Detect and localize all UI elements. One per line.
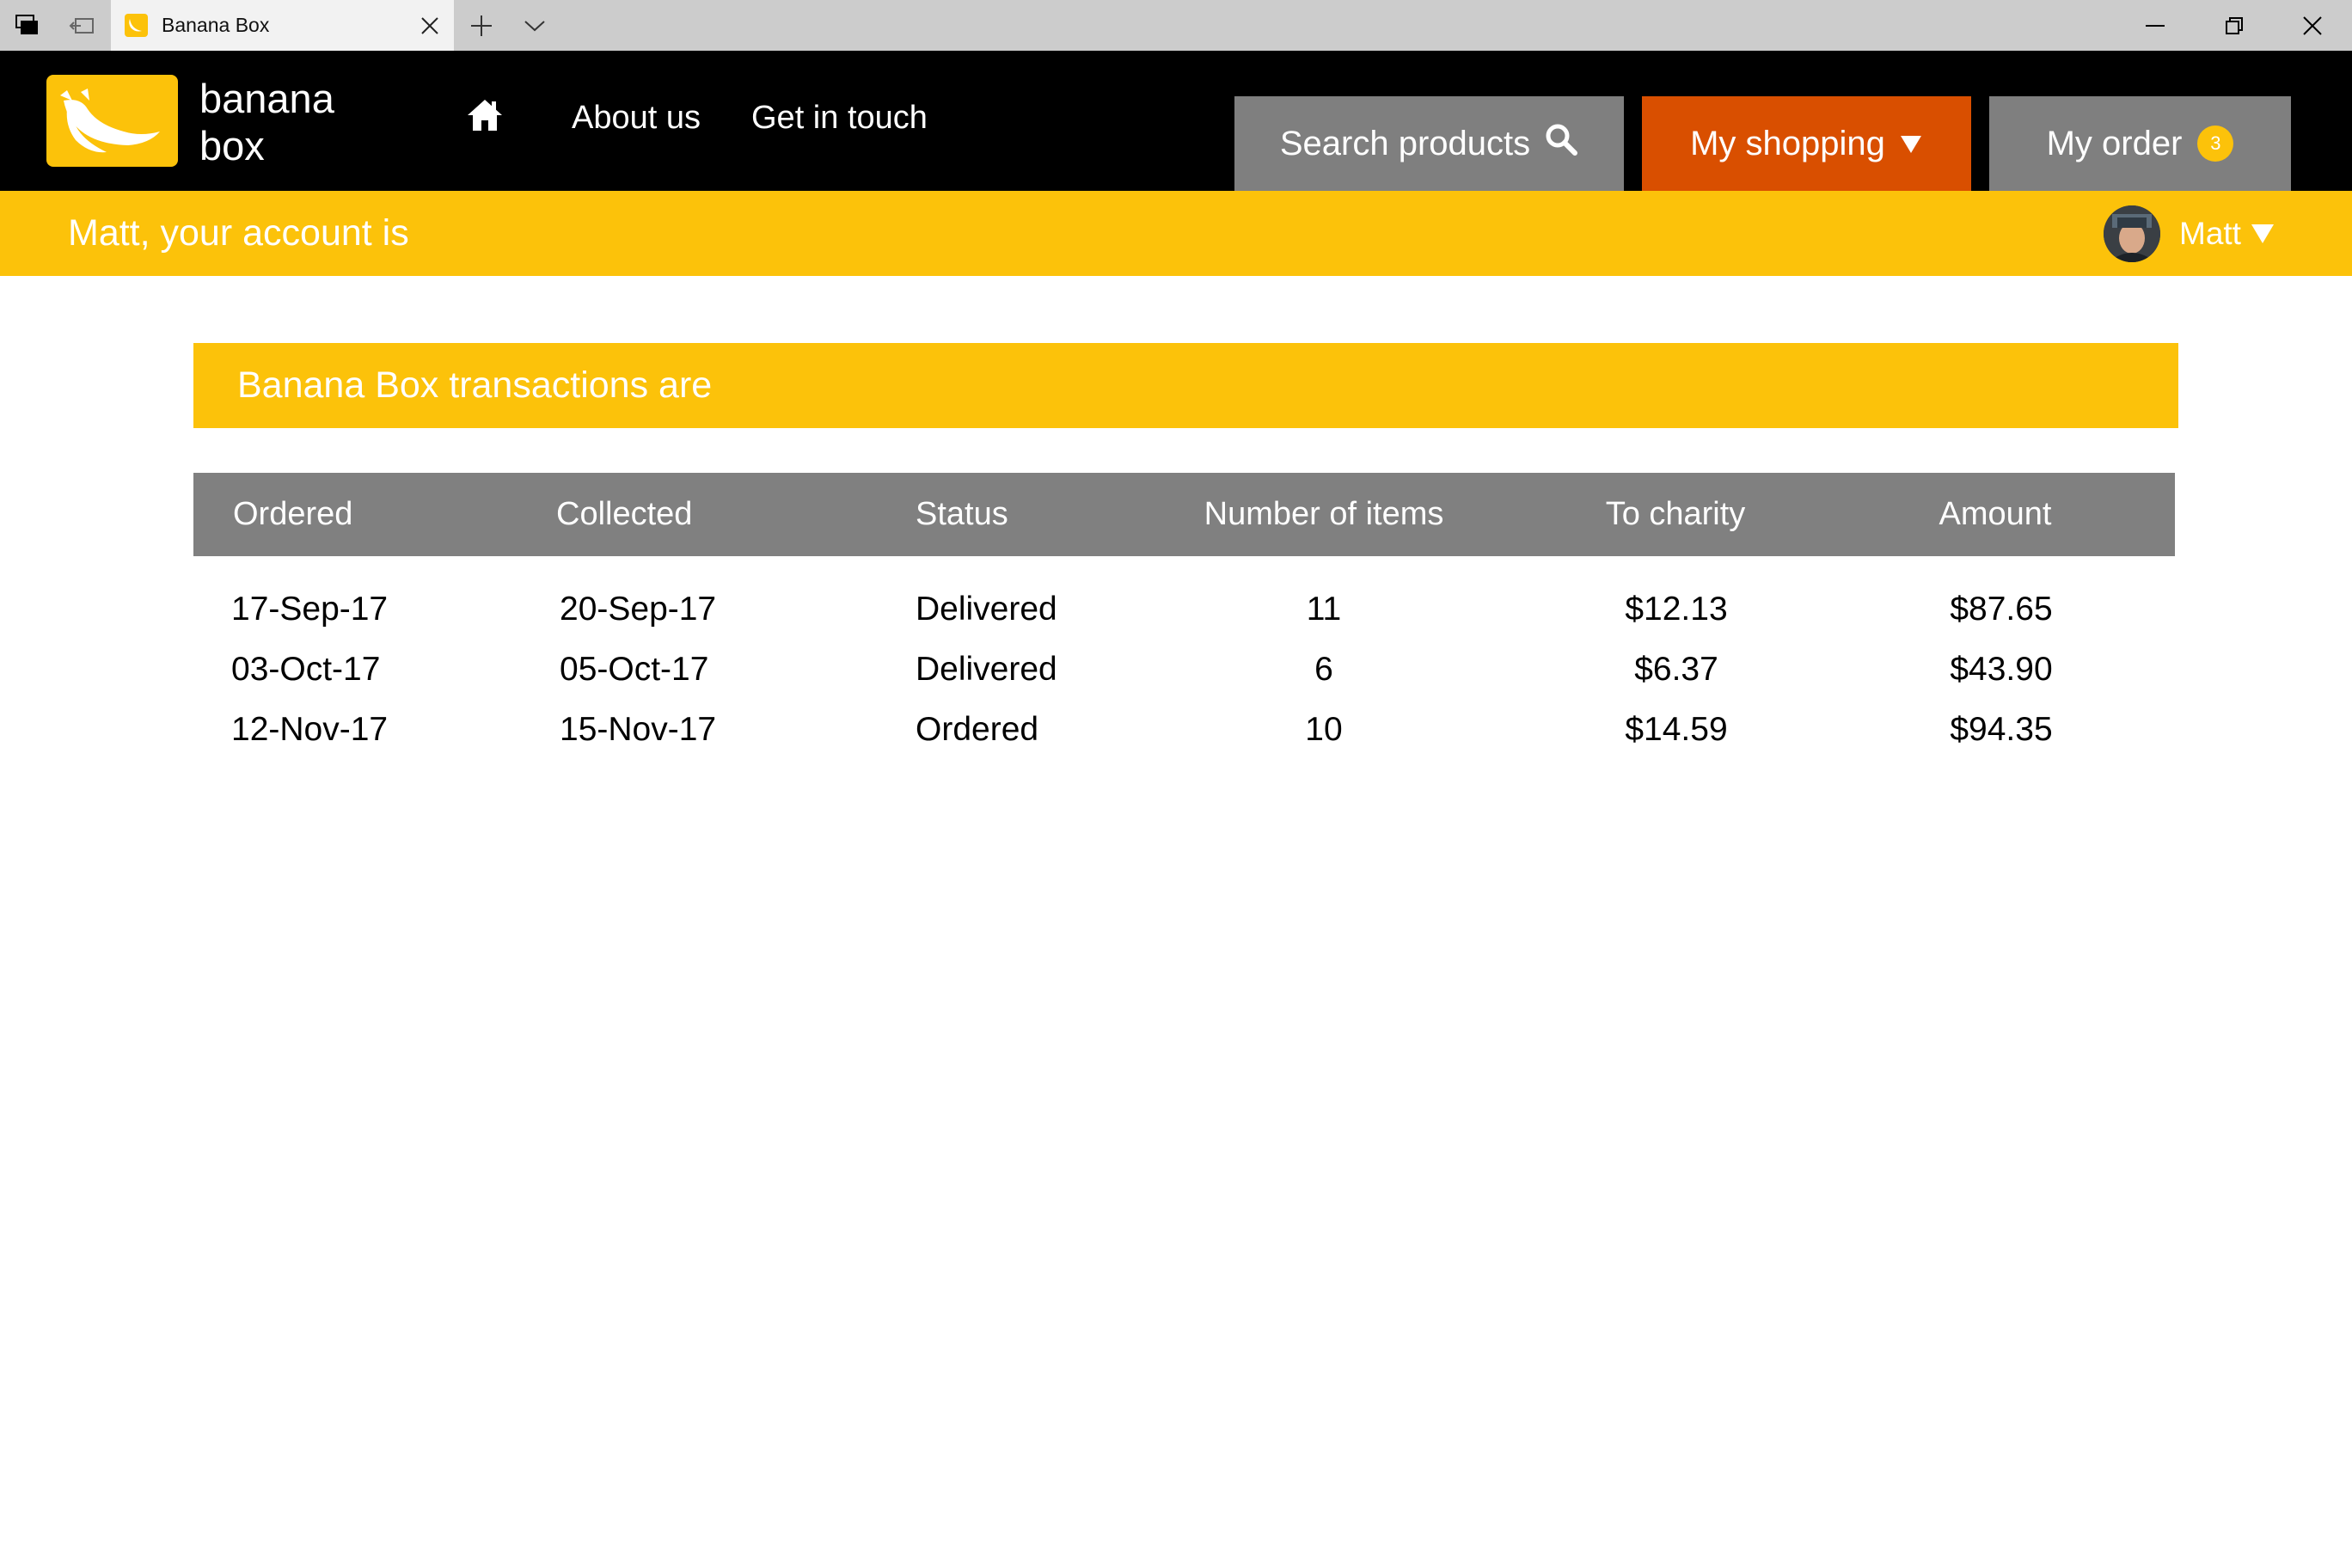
cell-status: Delivered bbox=[916, 591, 1057, 628]
cell-ordered: 17-Sep-17 bbox=[231, 591, 389, 628]
column-header-ordered: Ordered bbox=[233, 496, 353, 532]
transactions-title-bar: Banana Box transactions are bbox=[193, 343, 2178, 428]
banana-box-favicon-icon bbox=[125, 14, 148, 37]
tab-title: Banana Box bbox=[162, 14, 270, 36]
table-row: 17-Sep-17 20-Sep-17 Delivered 11 $12.13 … bbox=[0, 579, 2352, 640]
account-greeting: Matt, your account is bbox=[68, 212, 409, 254]
banana-logo-icon[interactable] bbox=[46, 75, 178, 167]
my-order-label: My order bbox=[2046, 124, 2183, 162]
site-header: banana box About us Get in touch Search … bbox=[0, 51, 2352, 191]
transactions-title: Banana Box transactions are bbox=[237, 364, 713, 406]
set-aside-tabs-icon[interactable] bbox=[55, 0, 110, 51]
cell-ordered: 03-Oct-17 bbox=[231, 651, 381, 688]
logo-wordmark[interactable]: banana box bbox=[199, 75, 371, 169]
transactions-table-header: Ordered Collected Status Number of items… bbox=[193, 473, 2175, 556]
close-tab-icon[interactable] bbox=[420, 15, 440, 36]
tab-preview-chevron-down-icon[interactable] bbox=[507, 0, 562, 51]
search-icon bbox=[1544, 122, 1578, 165]
search-products-button[interactable]: Search products bbox=[1234, 96, 1624, 191]
cell-amount: $94.35 bbox=[1950, 711, 2053, 748]
caret-down-icon bbox=[1899, 125, 1923, 163]
logo-line-1: banana bbox=[199, 76, 334, 121]
cell-ordered: 12-Nov-17 bbox=[231, 711, 389, 748]
tab-banana-box[interactable]: Banana Box bbox=[111, 0, 454, 51]
cell-amount: $87.65 bbox=[1950, 591, 2053, 628]
search-products-label: Search products bbox=[1279, 124, 1531, 162]
cell-collected: 20-Sep-17 bbox=[560, 591, 717, 628]
cell-collected: 05-Oct-17 bbox=[560, 651, 709, 688]
cell-to-charity: $6.37 bbox=[1634, 651, 1718, 688]
my-shopping-label: My shopping bbox=[1690, 124, 1885, 162]
cell-status: Ordered bbox=[916, 711, 1039, 748]
avatar[interactable] bbox=[2104, 205, 2160, 262]
minimize-window-icon[interactable] bbox=[2116, 0, 2195, 51]
nav-about-us[interactable]: About us bbox=[572, 99, 701, 137]
tab-list-icon[interactable] bbox=[0, 0, 55, 51]
cell-to-charity: $12.13 bbox=[1625, 591, 1728, 628]
cell-number-of-items: 10 bbox=[1305, 711, 1343, 748]
column-header-collected: Collected bbox=[556, 496, 693, 532]
column-header-to-charity: To charity bbox=[1605, 496, 1746, 532]
user-name-menu[interactable]: Matt bbox=[2179, 191, 2241, 276]
account-bar: Matt, your account is Matt bbox=[0, 191, 2352, 276]
column-header-amount: Amount bbox=[1939, 496, 2052, 532]
nav-get-in-touch[interactable]: Get in touch bbox=[751, 99, 928, 137]
logo-line-2: box bbox=[199, 123, 265, 168]
table-row: 12-Nov-17 15-Nov-17 Ordered 10 $14.59 $9… bbox=[0, 700, 2352, 760]
order-count-badge: 3 bbox=[2197, 126, 2234, 162]
restore-window-icon[interactable] bbox=[2195, 0, 2274, 51]
close-window-icon[interactable] bbox=[2273, 0, 2352, 51]
cell-status: Delivered bbox=[916, 651, 1057, 688]
browser-titlebar: Banana Box bbox=[0, 0, 2352, 51]
cell-number-of-items: 11 bbox=[1306, 591, 1342, 628]
column-header-number-of-items: Number of items bbox=[1204, 496, 1444, 532]
cell-to-charity: $14.59 bbox=[1625, 711, 1728, 748]
cell-amount: $43.90 bbox=[1950, 651, 2053, 688]
user-menu-caret-down-icon[interactable] bbox=[2250, 223, 2275, 245]
my-shopping-button[interactable]: My shopping bbox=[1642, 96, 1971, 191]
my-order-button[interactable]: My order 3 bbox=[1989, 96, 2291, 191]
home-icon[interactable] bbox=[466, 98, 504, 132]
new-tab-icon[interactable] bbox=[454, 0, 509, 51]
column-header-status: Status bbox=[916, 496, 1008, 532]
cell-number-of-items: 6 bbox=[1314, 651, 1333, 688]
cell-collected: 15-Nov-17 bbox=[560, 711, 717, 748]
table-row: 03-Oct-17 05-Oct-17 Delivered 6 $6.37 $4… bbox=[0, 640, 2352, 700]
